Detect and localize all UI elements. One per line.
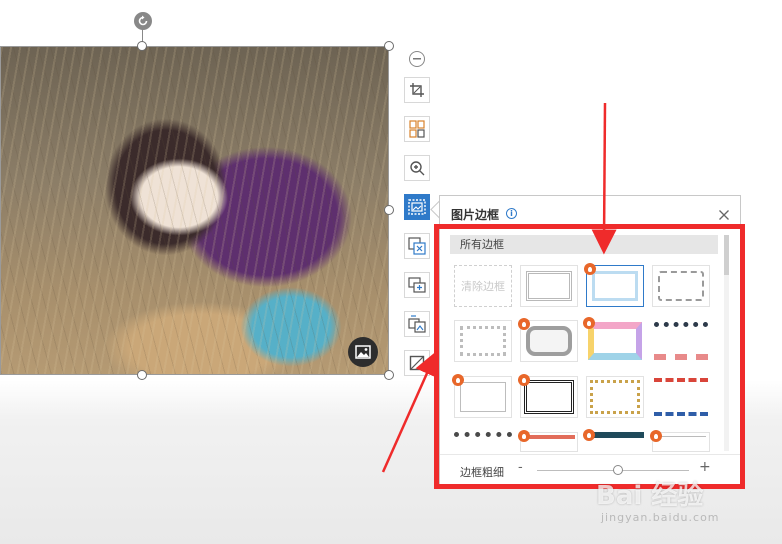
- close-icon: [719, 210, 729, 220]
- premium-badge-icon: [584, 263, 596, 275]
- document-canvas: 图片边框 i 所有边框 清除边框 边框粗细 - + Bai 经验 jingyan…: [0, 0, 782, 544]
- replace-image-icon: [408, 237, 426, 255]
- rotate-icon: [138, 15, 148, 26]
- premium-badge-icon: [518, 430, 530, 442]
- resize-handle-top[interactable]: [137, 41, 147, 51]
- panel-title: 图片边框: [451, 208, 500, 222]
- border-option-macaron[interactable]: [583, 317, 644, 362]
- rotate-handle[interactable]: [134, 12, 152, 30]
- border-option-clouds[interactable]: [454, 432, 512, 452]
- baidu-watermark: Bai 经验: [596, 481, 704, 511]
- thickness-slider-knob[interactable]: [612, 465, 623, 475]
- border-option-scalloped[interactable]: [652, 265, 710, 307]
- multi-image-icon: [408, 277, 426, 293]
- picture-border-panel: 图片边框 i 所有边框 清除边框 边框粗细 - +: [439, 195, 741, 485]
- resize-handle-right[interactable]: [384, 205, 394, 215]
- minus-icon: [413, 58, 421, 60]
- image-to-text-icon: [408, 315, 426, 333]
- resize-handle-bottom-right[interactable]: [384, 370, 394, 380]
- border-option-thin[interactable]: [452, 374, 512, 418]
- close-button[interactable]: [718, 206, 730, 220]
- zoom-in-icon: [410, 161, 425, 176]
- premium-badge-icon: [518, 318, 530, 330]
- crop-icon: [410, 83, 424, 97]
- picture-border-icon: [408, 199, 426, 215]
- crop-button[interactable]: [404, 77, 430, 103]
- border-option-lace[interactable]: [454, 320, 512, 362]
- selected-photo[interactable]: [0, 46, 389, 375]
- outline-icon: [409, 355, 425, 371]
- image-icon: [355, 345, 371, 359]
- thickness-decrease-button[interactable]: -: [518, 460, 523, 475]
- border-option-airmail[interactable]: [652, 376, 710, 418]
- clear-border-option[interactable]: 清除边框: [454, 265, 512, 307]
- premium-badge-icon: [452, 374, 464, 386]
- split-image-button[interactable]: [404, 116, 430, 142]
- zoom-in-button[interactable]: [404, 155, 430, 181]
- border-option-dotted[interactable]: [520, 265, 578, 307]
- thickness-label: 边框粗细: [460, 466, 504, 479]
- photo-texture: [1, 47, 388, 374]
- watermark-url: jingyan.baidu.com: [601, 511, 720, 524]
- split-image-icon: [409, 120, 425, 138]
- border-option-ribbon[interactable]: [518, 430, 578, 452]
- premium-badge-icon: [650, 430, 662, 442]
- resize-handle-top-right[interactable]: [384, 41, 394, 51]
- scroll-thumb[interactable]: [724, 235, 729, 275]
- outline-button[interactable]: [404, 350, 430, 376]
- premium-badge-icon: [518, 374, 530, 386]
- image-options-button[interactable]: [348, 337, 378, 367]
- multi-image-button[interactable]: [404, 272, 430, 298]
- premium-badge-icon: [583, 429, 595, 441]
- border-option-floral[interactable]: [586, 376, 644, 418]
- replace-image-button[interactable]: [404, 233, 430, 259]
- border-option-cats[interactable]: [652, 320, 710, 362]
- border-option-blue[interactable]: [584, 263, 644, 307]
- border-option-space[interactable]: [583, 429, 644, 452]
- border-option-plain[interactable]: [650, 430, 710, 452]
- picture-border-button[interactable]: [404, 194, 430, 220]
- scrollbar[interactable]: [724, 235, 729, 451]
- image-to-text-button[interactable]: [404, 311, 430, 337]
- resize-handle-bottom[interactable]: [137, 370, 147, 380]
- border-option-black-frame[interactable]: [518, 374, 578, 418]
- thickness-increase-button[interactable]: +: [699, 459, 711, 475]
- collapse-toolbar-button[interactable]: [409, 51, 425, 67]
- clear-border-label: 清除边框: [461, 280, 505, 293]
- border-option-rounded[interactable]: [518, 318, 578, 362]
- info-icon[interactable]: i: [506, 208, 517, 219]
- premium-badge-icon: [583, 317, 595, 329]
- section-header: 所有边框: [450, 235, 718, 254]
